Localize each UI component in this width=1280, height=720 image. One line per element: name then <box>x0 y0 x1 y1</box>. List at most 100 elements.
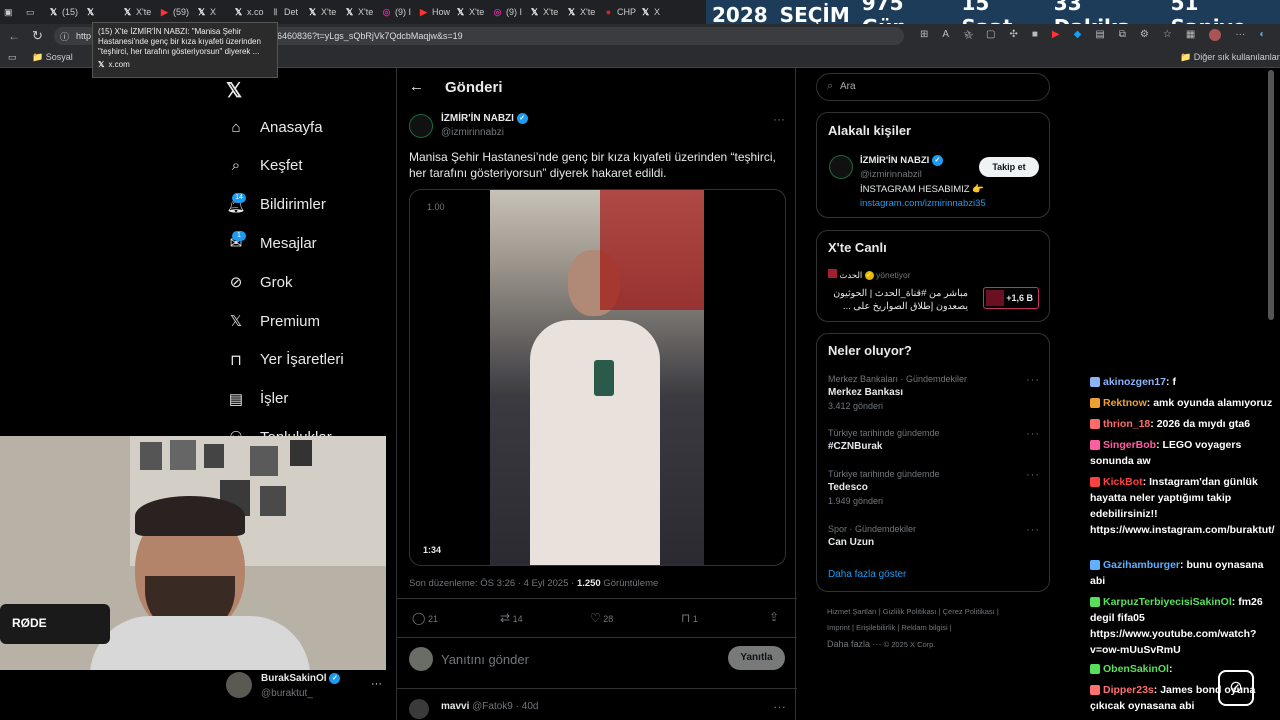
footer-link[interactable]: Imprint <box>827 623 850 632</box>
nav-item-5[interactable]: 𝕏 Premium <box>226 311 320 331</box>
chat-username[interactable]: Dipper23s <box>1103 684 1154 696</box>
share-icon[interactable]: ⇪ <box>769 610 779 624</box>
more-options-icon[interactable]: ··· <box>1026 524 1040 536</box>
account-switcher[interactable]: BurakSakinOl ✓ @buraktut_ ··· <box>226 672 391 704</box>
extension-icon[interactable]: ■ <box>1032 29 1038 43</box>
browser-tab[interactable]: ● CHP <box>599 0 636 24</box>
puzzle-icon[interactable]: ✣ <box>1009 29 1017 43</box>
browser-tab[interactable]: ▶ How <box>414 0 451 24</box>
more-options-icon[interactable]: ··· <box>371 678 382 690</box>
footer-link[interactable]: Reklam bilgisi <box>901 623 947 632</box>
favorite-icon[interactable]: ☆ <box>963 29 972 43</box>
browser-tab[interactable]: 𝕏 X'te <box>118 0 155 24</box>
nav-item-4[interactable]: ⊘ Grok <box>226 272 293 292</box>
refresh-icon[interactable]: ↻ <box>32 28 43 44</box>
avatar[interactable] <box>409 114 433 138</box>
bookmark-button[interactable]: ⊓ 1 <box>681 611 698 625</box>
chat-username[interactable]: KickBot <box>1103 476 1143 488</box>
nav-item-6[interactable]: ⊓ Yer İşaretleri <box>226 350 344 370</box>
split-icon[interactable]: ▢ <box>986 29 995 43</box>
avatar[interactable] <box>1209 29 1222 41</box>
repost-button[interactable]: ⇄ 14 <box>500 611 523 625</box>
more-options-icon[interactable]: ··· <box>1026 374 1040 386</box>
footer-link[interactable]: Çerez Politikası <box>943 607 995 616</box>
browser-tab[interactable]: 𝕏X <box>192 0 229 24</box>
translate-icon[interactable]: ⊞ <box>920 29 928 43</box>
browser-tab[interactable]: 𝕏X <box>636 0 673 24</box>
collections-icon[interactable]: ▦ <box>1186 29 1195 43</box>
bookmark-sidebar-icon[interactable]: ▭ <box>8 52 17 63</box>
chat-username[interactable]: thrion_18 <box>1103 418 1150 430</box>
browser-tab[interactable]: 𝕏 (15) <box>44 0 81 24</box>
trend-item[interactable]: Türkiye tarihinde gündemde Tedesco 1.949 g… <box>828 469 1040 506</box>
post-author-handle[interactable]: @izmirinnabzi <box>441 127 504 138</box>
copy-icon[interactable]: ⧉ <box>1119 29 1126 43</box>
related-link[interactable]: instagram.com/izmirinnabzi35 <box>860 198 986 209</box>
browser-tab[interactable]: 𝕏 X'te <box>340 0 377 24</box>
search-input[interactable]: ⌕ Ara <box>816 73 1050 101</box>
trend-item[interactable]: Spor · Gündemdekiler Can Uzun ··· <box>828 524 1040 551</box>
back-arrow-icon[interactable]: ← <box>409 78 424 95</box>
nav-item-1[interactable]: ⌕ Keşfet <box>226 156 303 176</box>
more-icon[interactable]: ··· <box>1235 29 1245 43</box>
video-player[interactable]: 1.00 1:34 <box>409 189 786 566</box>
browser-tab[interactable]: ◎ (9) I <box>488 0 525 24</box>
browser-tab[interactable]: Ⅱ Det <box>266 0 303 24</box>
pin-icon[interactable]: ◆ <box>1074 29 1082 43</box>
post-author-name[interactable]: İZMİR'İN NABZI ✓ <box>441 113 528 124</box>
bookmark-folder-social[interactable]: 📁 Sosyal <box>32 52 73 63</box>
youtube-ext-icon[interactable]: ▶ <box>1052 29 1060 43</box>
browser-tab[interactable]: 𝕏 X'te <box>562 0 599 24</box>
more-options-icon[interactable]: ··· <box>773 112 785 126</box>
favorites-icon[interactable]: ☆ <box>1163 29 1172 43</box>
browser-tab[interactable]: 𝕏x.co <box>229 0 266 24</box>
live-text[interactable]: مباشر من #قناة_الحدث | الحوثيون يصعدون إ… <box>828 287 968 313</box>
card-title: Alakalı kişiler <box>828 123 912 138</box>
reply-input[interactable]: Yanıtını gönder <box>441 652 529 667</box>
bookmark-folder-other[interactable]: 📁 Diğer sık kullanılanlar <box>1180 52 1280 63</box>
footer-link[interactable]: Hizmet Şartları <box>827 607 877 616</box>
avatar <box>409 699 429 719</box>
chat-username[interactable]: akinozgen17 <box>1103 376 1166 388</box>
more-options-icon[interactable]: ··· <box>1026 469 1040 481</box>
chat-username[interactable]: Gazihamburger <box>1103 559 1180 571</box>
trend-item[interactable]: Merkez Bankaları · Gündemdekiler Merkez B… <box>828 374 1040 411</box>
scrollbar[interactable] <box>1268 70 1274 320</box>
avatar[interactable] <box>829 155 853 179</box>
related-name[interactable]: İZMİR'İN NABZI ✓ <box>860 155 943 166</box>
x-logo-icon[interactable]: 𝕏 <box>226 78 242 103</box>
chat-username[interactable]: ObenSakinOl <box>1103 663 1169 675</box>
trend-item[interactable]: Türkiye tarihinde gündemde #CZNBurak ··· <box>828 428 1040 455</box>
tab-overview-icon[interactable]: ▭ <box>22 0 44 24</box>
browser-tab[interactable]: 𝕏 X'te <box>525 0 562 24</box>
show-more-link[interactable]: Daha fazla göster <box>828 569 906 580</box>
extension-icon[interactable]: ▤ <box>1095 29 1104 43</box>
follow-button[interactable]: Takip et <box>979 157 1039 177</box>
card-title: X'te Canlı <box>828 240 887 255</box>
footer-link[interactable]: Daha fazla ··· <box>827 639 882 649</box>
browser-tab[interactable]: ▶ (59) <box>155 0 192 24</box>
more-options-icon[interactable]: ··· <box>773 699 786 714</box>
browser-tab[interactable]: 𝕏 X'te <box>303 0 340 24</box>
browser-tab[interactable]: 𝕏 <box>81 0 118 24</box>
chat-username[interactable]: SingerBob <box>1103 439 1156 451</box>
footer-link[interactable]: Erişilebilirlik <box>856 623 895 632</box>
live-listeners-button[interactable]: +1,6 B <box>983 287 1039 309</box>
chat-username[interactable]: KarpuzTerbiyecisiSakinOl <box>1103 596 1232 608</box>
back-arrow-icon[interactable]: ← <box>8 29 20 43</box>
browser-tab[interactable]: 𝕏 X'te <box>451 0 488 24</box>
more-options-icon[interactable]: ··· <box>1026 428 1040 440</box>
like-button[interactable]: ♡ 28 <box>590 611 613 625</box>
reply-submit-button[interactable]: Yanıtla <box>728 646 785 670</box>
reply-button[interactable]: ◯ 21 <box>412 611 438 625</box>
nav-item-7[interactable]: ▤ İşler <box>226 389 288 409</box>
next-reply[interactable]: mavvi @Fatok9 · 40d ··· <box>397 688 797 720</box>
read-aloud-icon[interactable]: A <box>942 29 949 43</box>
browser-menu-icon[interactable]: ▣ <box>0 0 22 24</box>
copilot-icon[interactable]: ◐ <box>1259 29 1265 43</box>
chat-username[interactable]: Rektnow <box>1103 397 1147 409</box>
footer-link[interactable]: Gizlilik Politikası <box>883 607 937 616</box>
gear-icon[interactable]: ⚙ <box>1140 29 1149 43</box>
browser-tab[interactable]: ◎ (9) I <box>377 0 414 24</box>
nav-item-0[interactable]: ⌂ Anasayfa <box>226 117 322 137</box>
